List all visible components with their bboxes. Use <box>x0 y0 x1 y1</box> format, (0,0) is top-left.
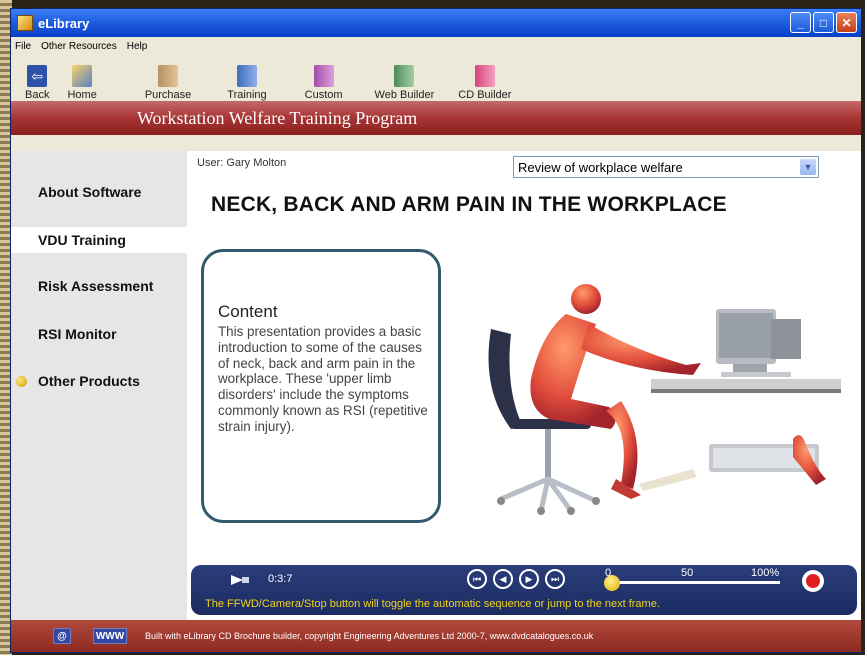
sidebar-item-label: VDU Training <box>38 232 126 248</box>
sidebar-item-label: Risk Assessment <box>38 278 154 294</box>
cd-builder-label: CD Builder <box>458 89 512 101</box>
content-area: About Software VDU Training Risk Assessm… <box>11 151 861 620</box>
stop-button[interactable] <box>802 570 824 592</box>
footer-bar: @ WWW Built with eLibrary CD Brochure bu… <box>11 620 861 652</box>
content-text: This presentation provides a basic intro… <box>218 324 428 434</box>
sidebar-item-about-software[interactable]: About Software <box>11 179 187 205</box>
bullet-icon <box>16 375 27 387</box>
home-icon <box>72 65 93 87</box>
media-player-bar: 0:3:7 ⏮ ◀ ▶ ⏭ 0 50 100% The FFWD/Camera/… <box>191 565 857 615</box>
home-label: Home <box>67 89 97 101</box>
sidebar-item-label: RSI Monitor <box>38 326 117 342</box>
www-link[interactable]: WWW <box>93 628 127 644</box>
program-banner: Workstation Welfare Training Program <box>11 101 861 135</box>
sidebar-item-label: Other Products <box>38 373 140 389</box>
book-icon <box>474 65 495 87</box>
menu-file[interactable]: File <box>15 41 31 52</box>
book-icon <box>394 65 415 87</box>
custom-button[interactable]: Custom <box>305 65 343 101</box>
training-button[interactable]: Training <box>227 65 267 101</box>
volume-slider-handle[interactable] <box>604 575 620 591</box>
player-hint: The FFWD/Camera/Stop button will toggle … <box>205 598 660 610</box>
maximize-button[interactable]: □ <box>813 12 834 33</box>
banner-title: Workstation Welfare Training Program <box>137 107 418 128</box>
sidebar-item-rsi-monitor[interactable]: RSI Monitor <box>11 321 187 347</box>
toolbar: ⇦ Back Home Purchase Training Custom Web… <box>11 55 861 101</box>
volume-scale-mid: 50 <box>681 567 694 579</box>
web-builder-label: Web Builder <box>374 89 435 101</box>
web-builder-button[interactable]: Web Builder <box>374 65 435 101</box>
book-icon <box>236 65 257 87</box>
custom-label: Custom <box>304 89 343 101</box>
title-bar: eLibrary _ □ ✕ <box>11 9 861 37</box>
volume-scale-max: 100% <box>751 567 780 579</box>
menu-bar: File Other Resources Help <box>11 37 861 55</box>
workstation-illustration <box>488 284 841 515</box>
book-icon <box>158 65 179 87</box>
back-label: Back <box>25 89 50 101</box>
playback-time: 0:3:7 <box>268 573 293 585</box>
chevron-down-icon[interactable]: ▼ <box>800 159 816 175</box>
sidebar: About Software VDU Training Risk Assessm… <box>11 151 187 620</box>
play-button[interactable]: ▶ <box>519 569 539 589</box>
sidebar-item-other-products[interactable]: Other Products <box>11 368 187 394</box>
window-title: eLibrary <box>38 15 90 31</box>
sidebar-item-vdu-training[interactable]: VDU Training <box>11 227 187 253</box>
sidebar-item-risk-assessment[interactable]: Risk Assessment <box>11 273 187 299</box>
topic-select-value: Review of workplace welfare <box>518 159 683 175</box>
book-icon <box>313 65 334 87</box>
content-title: Content <box>218 302 278 321</box>
back-button[interactable]: ⇦ Back <box>25 65 49 101</box>
camera-icon[interactable] <box>229 571 251 589</box>
app-icon <box>17 15 33 31</box>
home-button[interactable]: Home <box>67 65 97 101</box>
purchase-button[interactable]: Purchase <box>145 65 191 101</box>
fast-forward-button[interactable]: ⏭ <box>545 569 565 589</box>
content-panel: Content This presentation provides a bas… <box>201 249 441 523</box>
close-button[interactable]: ✕ <box>836 12 857 33</box>
email-icon[interactable]: @ <box>53 628 71 644</box>
volume-slider-track[interactable] <box>612 581 780 584</box>
previous-button[interactable]: ◀ <box>493 569 513 589</box>
topic-select[interactable]: Review of workplace welfare ▼ <box>513 156 819 178</box>
page-title: NECK, BACK AND ARM PAIN IN THE WORKPLACE <box>211 193 727 216</box>
menu-other-resources[interactable]: Other Resources <box>41 41 117 52</box>
app-window: eLibrary _ □ ✕ File Other Resources Help… <box>10 8 862 653</box>
minimize-button[interactable]: _ <box>790 12 811 33</box>
cd-builder-button[interactable]: CD Builder <box>458 65 511 101</box>
rewind-button[interactable]: ⏮ <box>467 569 487 589</box>
training-label: Training <box>227 89 267 101</box>
footer-credits: Built with eLibrary CD Brochure builder,… <box>145 631 594 641</box>
user-label: User: Gary Molton <box>197 157 287 169</box>
sidebar-item-label: About Software <box>38 184 142 200</box>
purchase-label: Purchase <box>144 89 192 101</box>
menu-help[interactable]: Help <box>127 41 148 52</box>
back-arrow-icon: ⇦ <box>27 65 48 87</box>
